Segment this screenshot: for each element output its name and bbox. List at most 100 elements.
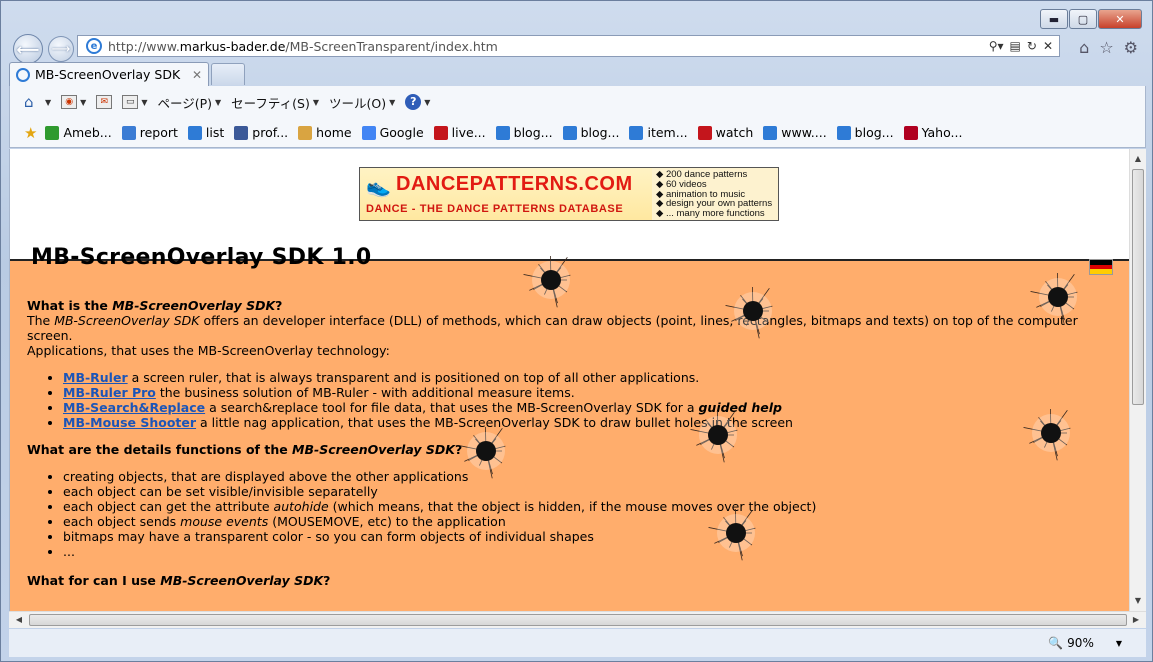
home-icon[interactable]: ⌂ [1079,38,1089,57]
favorite-item[interactable]: watch [697,125,754,140]
arrow-right-icon: ⟶ [51,41,71,57]
favorite-item[interactable]: blog... [836,125,894,140]
print-menu[interactable]: ▭ ▼ [122,95,147,109]
page-content: What is the MB-ScreenOverlay SDK? The MB… [27,298,1117,588]
scroll-right-icon[interactable]: ▶ [1128,612,1144,628]
home-menu[interactable]: ⌂ ▼ [24,94,51,110]
app-link[interactable]: MB-Ruler Pro [63,385,156,400]
ie-page-icon [16,67,30,82]
help-icon: ? [405,94,422,110]
ad-banner[interactable]: 👟 DANCEPATTERNS.COM DANCE - THE DANCE PA… [359,167,779,221]
banner-subtitle: DANCE - THE DANCE PATTERNS DATABASE [366,203,624,215]
status-bar: 🔍 90% ▼ [9,629,1146,657]
tab-active[interactable]: MB-ScreenOverlay SDK ✕ [9,62,209,86]
chevron-down-icon[interactable]: ▼ [1116,639,1122,648]
favorite-item[interactable]: www.... [763,125,827,140]
favorite-label: home [316,125,352,140]
compat-view-icon[interactable]: ▤ [1010,39,1021,53]
app-link[interactable]: MB-Search&Replace [63,400,205,415]
url-text[interactable]: http://www.markus-bader.de/MB-ScreenTran… [108,39,989,54]
gear-icon[interactable]: ⚙ [1124,38,1138,57]
favorite-item[interactable]: report [121,125,178,140]
ie-page-icon [562,125,577,140]
app-link[interactable]: MB-Ruler [63,370,128,385]
ie-page-icon [836,125,851,140]
scroll-left-icon[interactable]: ◀ [11,612,27,628]
refresh-icon[interactable]: ↻ [1027,39,1037,53]
safety-menu[interactable]: セーフティ(S) ▼ [231,93,319,112]
list-item: MB-Ruler Pro the business solution of MB… [63,385,1117,400]
stop-icon[interactable]: ✕ [1043,39,1053,53]
favorite-label: prof... [252,125,289,140]
mail-icon: ✉ [96,95,113,109]
feeds-menu[interactable]: ◉ ▼ [61,95,86,109]
live-icon [433,125,448,140]
favorite-item[interactable]: prof... [234,125,288,140]
maximize-button[interactable]: ▢ [1069,9,1097,29]
new-tab-button[interactable] [211,63,245,85]
features-list: creating objects, that are displayed abo… [63,469,1117,559]
horizontal-scrollbar[interactable]: ◀ ▶ [9,611,1146,628]
scroll-up-icon[interactable]: ▲ [1130,151,1146,167]
mail-button[interactable]: ✉ [96,95,113,109]
section-heading: What are the details functions of the MB… [27,442,463,457]
app-link[interactable]: MB-Mouse Shooter [63,415,196,430]
zoom-control[interactable]: 🔍 90% ▼ [1048,636,1122,650]
browser-window: ▬ ▢ ✕ ⟵ ⟶ e http://www.markus-bader.de/M… [0,0,1153,662]
favorite-item[interactable]: item... [629,125,688,140]
hscroll-thumb[interactable] [29,614,1127,626]
favorite-label: watch [715,125,754,140]
browser-right-icons: ⌂ ☆ ⚙ [1079,38,1138,57]
section-heading: What for can I use MB-ScreenOverlay SDK? [27,573,331,588]
intro-text-2: Applications, that uses the MB-ScreenOve… [27,343,390,358]
favorite-label: Google [379,125,424,140]
favorite-item[interactable]: Google [361,125,424,140]
search-icon[interactable]: ⚲▾ [989,39,1004,53]
forward-button[interactable]: ⟶ [48,36,74,62]
favorite-item[interactable]: blog... [495,125,553,140]
print-icon: ▭ [122,95,139,109]
favorite-label: item... [647,125,688,140]
help-menu[interactable]: ? ▼ [405,94,430,110]
list-item: bitmaps may have a transparent color - s… [63,529,1117,544]
list-item: each object sends mouse events (MOUSEMOV… [63,514,1117,529]
favorite-label: www.... [781,125,827,140]
favorite-item[interactable]: Yaho... [903,125,962,140]
list-item: creating objects, that are displayed abo… [63,469,1117,484]
address-bar[interactable]: e http://www.markus-bader.de/MB-ScreenTr… [77,35,1060,57]
arrow-left-icon: ⟵ [16,39,40,59]
page-menu[interactable]: ページ(P) ▼ [157,93,221,112]
list-item: MB-Mouse Shooter a little nag applicatio… [63,415,1117,430]
favorite-label: blog... [854,125,894,140]
favorite-item[interactable]: Ameb... [45,125,112,140]
scroll-down-icon[interactable]: ▼ [1130,593,1146,609]
close-button[interactable]: ✕ [1098,9,1142,29]
zoom-icon: 🔍 [1048,636,1064,650]
favorite-label: report [139,125,178,140]
favorites-star-icon[interactable]: ★ [24,124,37,142]
yahoo-icon [903,125,918,140]
list-item: each object can be set visible/invisible… [63,484,1117,499]
favorite-item[interactable]: blog... [562,125,619,140]
report-icon [121,125,136,140]
back-button[interactable]: ⟵ [13,34,43,64]
home-icon: ⌂ [24,93,34,111]
ie-page-icon [495,125,510,140]
list-item: MB-Ruler a screen ruler, that is always … [63,370,1117,385]
youtube-icon [697,125,712,140]
shoe-logo-icon: 👟 [366,174,391,198]
favorite-item[interactable]: live... [433,125,486,140]
scroll-thumb[interactable] [1132,169,1144,405]
favorite-item[interactable]: home [298,125,352,140]
minimize-button[interactable]: ▬ [1040,9,1068,29]
favorite-item[interactable]: list [187,125,224,140]
tab-strip: MB-ScreenOverlay SDK ✕ [9,62,1149,86]
favorites-star-icon[interactable]: ☆ [1099,38,1113,57]
german-flag-icon[interactable] [1089,259,1113,275]
favorite-label: blog... [513,125,553,140]
ie-page-icon [187,125,202,140]
vertical-scrollbar[interactable]: ▲ ▼ [1129,149,1146,611]
list-item: ... [63,544,1117,559]
tab-close-icon[interactable]: ✕ [192,68,202,82]
tools-menu[interactable]: ツール(O) ▼ [329,93,395,112]
